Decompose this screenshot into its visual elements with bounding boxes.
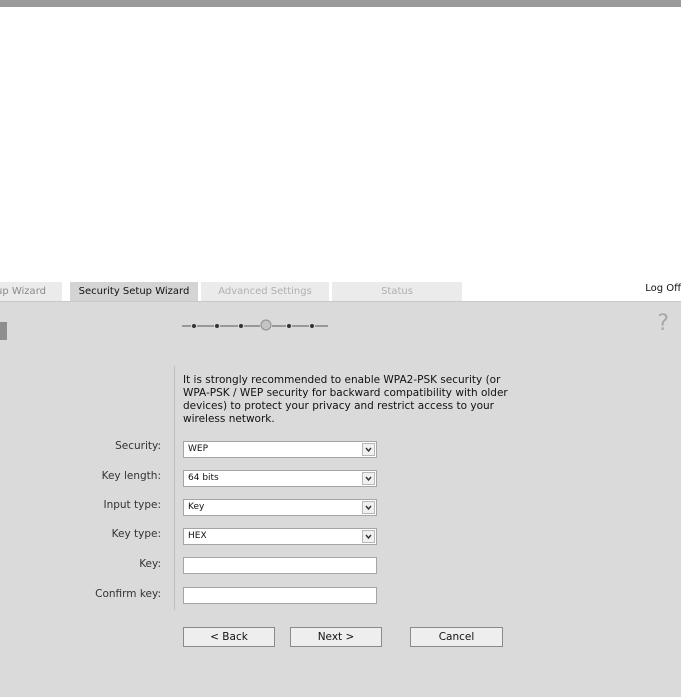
security-value: WEP (188, 444, 209, 454)
top-bar (0, 0, 681, 7)
security-select[interactable]: WEP (183, 441, 377, 458)
key-input[interactable] (183, 557, 377, 574)
tab-status[interactable]: Status (332, 282, 462, 301)
progress-step-6 (310, 324, 314, 328)
progress-step-5 (287, 324, 291, 328)
cancel-button[interactable]: Cancel (410, 627, 503, 647)
key-label: Key: (139, 558, 161, 570)
progress-step-2 (215, 324, 219, 328)
log-off-link[interactable]: Log Off (645, 283, 681, 294)
tab-security-setup-wizard[interactable]: Security Setup Wizard (70, 282, 198, 301)
back-button[interactable]: < Back (183, 627, 275, 647)
tab-advanced-settings[interactable]: Advanced Settings (201, 282, 329, 301)
left-panel-edge (0, 322, 7, 340)
confirm-key-input[interactable] (183, 587, 377, 604)
key-type-value: HEX (188, 531, 207, 541)
key-length-label: Key length: (101, 470, 161, 482)
chevron-down-icon[interactable] (362, 443, 375, 456)
progress-step-1 (192, 324, 196, 328)
chevron-down-icon[interactable] (362, 530, 375, 543)
form-divider (174, 366, 175, 610)
key-length-select[interactable]: 64 bits (183, 470, 377, 487)
security-label: Security: (115, 440, 161, 452)
progress-step-current (260, 319, 272, 331)
wizard-progress-indicator (182, 319, 328, 331)
progress-step-3 (239, 324, 243, 328)
tab-setup-wizard[interactable]: up Wizard (0, 282, 62, 301)
chevron-down-icon[interactable] (362, 472, 375, 485)
key-length-value: 64 bits (188, 473, 219, 483)
help-icon[interactable]: ? (657, 311, 669, 336)
input-type-value: Key (188, 502, 205, 512)
input-type-label: Input type: (103, 499, 161, 511)
chevron-down-icon[interactable] (362, 501, 375, 514)
confirm-key-label: Confirm key: (95, 588, 161, 600)
input-type-select[interactable]: Key (183, 499, 377, 516)
next-button[interactable]: Next > (290, 627, 382, 647)
key-type-select[interactable]: HEX (183, 528, 377, 545)
key-type-label: Key type: (111, 528, 161, 540)
tab-setup-wizard-label: up Wizard (0, 286, 46, 297)
security-recommendation-text: It is strongly recommended to enable WPA… (183, 374, 508, 425)
